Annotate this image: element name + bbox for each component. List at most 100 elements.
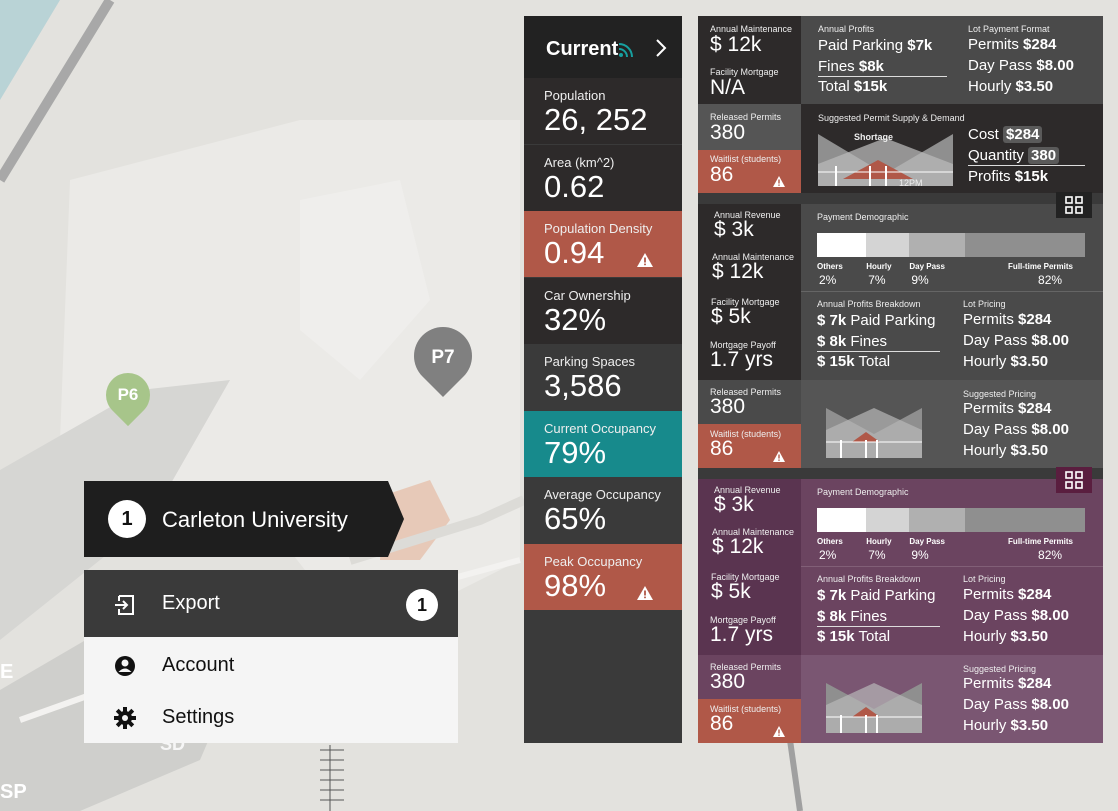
breakdown-paid-parking: $ 7k Paid Parking: [817, 587, 936, 604]
stat-label: Current Occupancy: [544, 420, 656, 436]
stat-value: 26, 252: [544, 102, 648, 137]
profit-total: Total $15k: [818, 78, 888, 95]
demographic-percent: 2%: [819, 273, 837, 287]
campus-selector[interactable]: 1 Carleton University: [84, 481, 404, 557]
parking-pin-p6[interactable]: P6: [96, 363, 160, 431]
suggested-permits: Permits $284: [963, 675, 1052, 692]
finance-tile: Annual Revenue $ 3k Annual Maintenance $ 12…: [698, 479, 801, 655]
pin-label: P7: [431, 347, 455, 368]
street-letter: SP: [0, 781, 27, 803]
breakdown-fines: $ 8k Fines: [817, 333, 888, 350]
demographic-percent: 7%: [868, 548, 886, 562]
payment-demographic-bar: Others 2% Hourly 7% Day Pass 9% Full-time Perm…: [817, 508, 1085, 562]
grid-view-button[interactable]: [1056, 467, 1092, 493]
format-hourly: Hourly $3.50: [968, 78, 1054, 95]
suggested-pricing-chart: [826, 683, 922, 733]
divider: [818, 76, 947, 77]
suggested-hourly: Hourly $3.50: [963, 442, 1049, 459]
account-button[interactable]: Account: [84, 638, 458, 694]
breakdown-paid-parking: $ 7k Paid Parking: [817, 312, 936, 329]
demographic-percent: 82%: [1038, 273, 1063, 287]
chevron-right-icon[interactable]: [654, 38, 668, 58]
suggested-day-pass: Day Pass $8.00: [963, 421, 1069, 438]
breakdown-fines: $ 8k Fines: [817, 608, 888, 625]
stat-tile[interactable]: Average Occupancy 65%: [524, 477, 682, 543]
demographic-label: Others: [817, 537, 843, 546]
profits-breakdown-label: Annual Profits Breakdown: [817, 574, 921, 584]
stat-label: Car Ownership: [544, 287, 631, 303]
suggested-pricing-tile: Suggested Pricing Permits $284 Day Pass $8…: [801, 655, 1103, 743]
suggested-pricing-tile: Suggested Pricing Permits $284 Day Pass $8…: [801, 380, 1103, 468]
divider: [817, 626, 940, 627]
breakdown-total: $ 15k Total: [817, 353, 891, 370]
stat-value: 65%: [544, 501, 607, 536]
supply-demand-tile: Suggested Permit Supply & Demand Shortag…: [801, 104, 1103, 193]
lot-pricing-label: Lot Pricing: [963, 299, 1006, 309]
stat-value: 0.62: [544, 168, 605, 204]
stat-label: Population: [544, 88, 606, 103]
lot-details-panel: Annual Maintenance $ 12k Facility Mortga…: [698, 16, 1103, 743]
pricing-permits: Permits $284: [963, 311, 1052, 328]
demographic-percent: 9%: [911, 548, 929, 562]
annual-maintenance-value: $ 12k: [712, 260, 764, 283]
stat-tile[interactable]: Car Ownership 32%: [524, 277, 682, 344]
grid-view-button[interactable]: [1056, 192, 1092, 218]
current-title: Current: [546, 38, 619, 60]
annual-maintenance-value: $ 12k: [712, 535, 764, 558]
pricing-permits: Permits $284: [963, 586, 1052, 603]
stat-tile[interactable]: Parking Spaces 3,586: [524, 344, 682, 410]
stat-tile[interactable]: Population Density 0.94: [524, 211, 682, 277]
demographic-label: Full-time Permits: [1008, 262, 1073, 271]
export-button[interactable]: Export 1: [84, 570, 458, 637]
divider: [801, 291, 1103, 292]
stat-tile[interactable]: Peak Occupancy 98%: [524, 543, 682, 610]
suggested-pricing-label: Suggested Pricing: [963, 664, 1037, 674]
demographic-tile: Payment Demographic Others 2% Hourly 7% Day P…: [801, 479, 1103, 655]
account-label: Account: [162, 654, 235, 676]
stat-value: 0.94: [544, 235, 605, 270]
waitlist-tile: Waitlist (students) 86: [698, 699, 801, 743]
export-count-badge: 1: [406, 589, 438, 621]
stat-tile[interactable]: Population 26, 252: [524, 78, 682, 144]
waitlist-value: 86: [710, 163, 734, 186]
mortgage-payoff-value: 1.7 yrs: [710, 623, 774, 646]
released-permits-value: 380: [710, 395, 746, 418]
demographic-percent: 2%: [819, 548, 837, 562]
export-label: Export: [162, 592, 220, 614]
demographic-percent: 9%: [911, 273, 929, 287]
waitlist-tile: Waitlist (students) 86: [698, 150, 801, 193]
payment-demographic-bar: Others 2% Hourly 7% Day Pass 9% Full-time Perm…: [817, 233, 1085, 287]
stat-value: 3,586: [544, 368, 622, 403]
pin-label: P6: [117, 385, 139, 404]
suggested-day-pass: Day Pass $8.00: [963, 696, 1069, 713]
annual-revenue-value: $ 3k: [714, 218, 754, 241]
suggest-quantity: Quantity 380: [968, 147, 1060, 164]
demographic-percent: 82%: [1038, 548, 1063, 562]
released-permits-value: 380: [710, 670, 746, 693]
finance-tile: Annual Revenue $ 3k Annual Maintenance $ 12…: [698, 204, 801, 380]
suggested-hourly: Hourly $3.50: [963, 717, 1049, 734]
rss-icon: [618, 43, 633, 58]
format-day-pass: Day Pass $8.00: [968, 57, 1074, 74]
suggested-pricing-label: Suggested Pricing: [963, 389, 1037, 399]
current-header[interactable]: Current: [524, 16, 682, 78]
parking-pin-p7[interactable]: P7: [401, 314, 485, 398]
stat-label: Area (km^2): [544, 154, 615, 170]
divider: [968, 165, 1085, 166]
lot-pricing-label: Lot Pricing: [963, 574, 1006, 584]
settings-button[interactable]: Settings: [84, 690, 458, 746]
warning-icon: [637, 253, 653, 267]
demographic-label: Hourly: [866, 262, 892, 271]
stat-tile[interactable]: Area (km^2) 0.62: [524, 144, 682, 211]
stat-tile[interactable]: Current Occupancy 79%: [524, 410, 682, 477]
demographic-segment: [964, 508, 1085, 532]
released-permits-tile: Released Permits 380: [698, 104, 801, 150]
current-stats-panel: Current Population 26, 252 Area (km^2) 0.62…: [524, 16, 682, 743]
facility-mortgage-value: $ 5k: [711, 580, 751, 603]
demographic-label: Day Pass: [909, 262, 945, 271]
payment-demographic-label: Payment Demographic: [817, 487, 909, 497]
costs-tile: Annual Maintenance $ 12k Facility Mortga…: [698, 16, 801, 104]
waitlist-value: 86: [710, 712, 734, 735]
grid-icon: [1065, 471, 1083, 489]
gear-icon: [114, 707, 136, 729]
